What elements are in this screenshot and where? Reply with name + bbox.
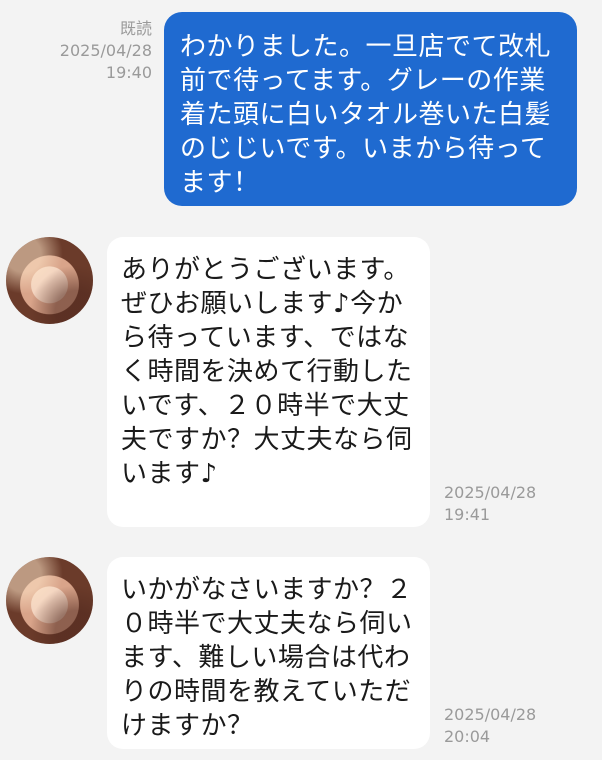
received-message-meta: 2025/04/28 20:04 bbox=[444, 704, 536, 748]
message-time: 19:41 bbox=[444, 505, 491, 524]
message-time: 19:40 bbox=[105, 63, 152, 82]
message-text: わかりました。一旦店でて改札前で待ってます。グレーの作業着た頭に白いタオル巻いた… bbox=[180, 32, 552, 198]
sent-message-meta: 既読 2025/04/28 19:40 bbox=[60, 18, 152, 84]
sent-message-bubble[interactable]: わかりました。一旦店でて改札前で待ってます。グレーの作業着た頭に白いタオル巻いた… bbox=[164, 12, 577, 206]
message-text: いかがなさいますか？２０時半で大丈夫なら伺います、難しい場合は代わりの時間を教え… bbox=[121, 575, 413, 741]
received-message-meta: 2025/04/28 19:41 bbox=[444, 482, 536, 526]
received-message-bubble[interactable]: ありがとうございます。ぜひお願いします♪今から待っています、ではなく時間を決めて… bbox=[107, 237, 430, 527]
message-date: 2025/04/28 bbox=[444, 705, 537, 724]
avatar[interactable] bbox=[6, 557, 93, 644]
message-date: 2025/04/28 bbox=[444, 483, 537, 502]
received-message-bubble[interactable]: いかがなさいますか？２０時半で大丈夫なら伺います、難しい場合は代わりの時間を教え… bbox=[107, 557, 430, 749]
message-date: 2025/04/28 bbox=[59, 41, 152, 60]
read-receipt-label: 既読 bbox=[119, 19, 152, 38]
message-text: ありがとうございます。ぜひお願いします♪今から待っています、ではなく時間を決めて… bbox=[121, 255, 413, 489]
message-time: 20:04 bbox=[444, 727, 491, 746]
avatar-photo bbox=[6, 237, 93, 324]
avatar[interactable] bbox=[6, 237, 93, 324]
avatar-photo bbox=[6, 557, 93, 644]
